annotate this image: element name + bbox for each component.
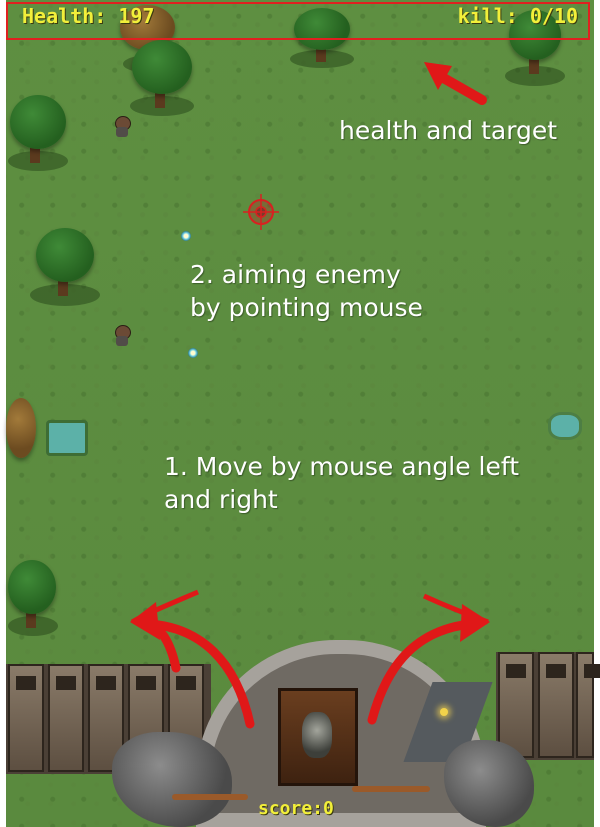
move-right-arrow-icon bbox=[367, 593, 490, 725]
game-stage[interactable]: Health: 197 kill: 0/10 score:0 health an… bbox=[0, 0, 600, 827]
annotation-arrow-icon bbox=[424, 62, 487, 105]
overlay-graphics bbox=[130, 62, 490, 729]
move-left-arrow-icon bbox=[130, 589, 255, 729]
crosshair-icon[interactable] bbox=[243, 194, 279, 230]
